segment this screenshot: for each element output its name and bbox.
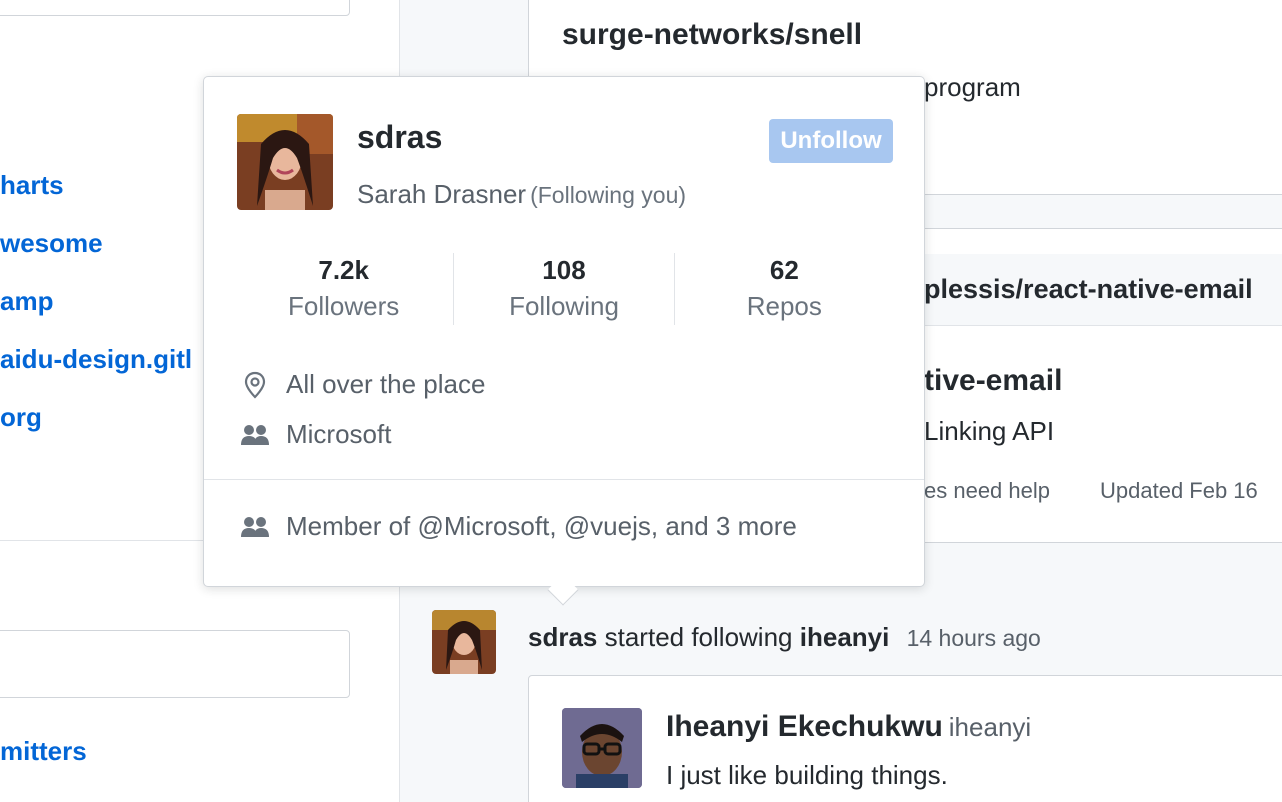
repo-updated-meta: Updated Feb 16: [1100, 478, 1258, 503]
event-text: sdras started following iheanyi 14 hours…: [528, 622, 1041, 653]
user-fullname[interactable]: Iheanyi Ekechukwu: [666, 710, 943, 743]
hovercard-orgs: Member of @Microsoft, @vuejs, and 3 more: [240, 511, 797, 542]
user-login[interactable]: iheanyi: [949, 712, 1031, 742]
stat-value: 7.2k: [318, 255, 369, 285]
sidebar-repo-link[interactable]: org: [0, 402, 42, 433]
sidebar-repo-link[interactable]: wesome: [0, 228, 103, 259]
sidebar-search-input[interactable]: [0, 630, 350, 698]
repo-title[interactable]: tive-email: [924, 364, 1062, 398]
organization-icon: [240, 512, 270, 542]
sidebar-repo-link[interactable]: harts: [0, 170, 64, 201]
repo-title[interactable]: plessis/react-native-email: [924, 274, 1253, 305]
stat-value: 62: [769, 255, 799, 285]
stat-value: 108: [542, 255, 586, 285]
user-bio: I just like building things.: [666, 760, 948, 790]
stat-label: Followers: [288, 291, 400, 321]
event-time[interactable]: 14 hours ago: [907, 625, 1041, 651]
event-actor-link[interactable]: sdras: [528, 622, 597, 652]
hovercard-divider: [204, 479, 924, 480]
hovercard-login[interactable]: sdras: [357, 119, 442, 156]
location-pin-icon: [240, 370, 270, 400]
orgs-text[interactable]: Member of @Microsoft, @vuejs, and 3 more: [286, 511, 797, 542]
unfollow-button[interactable]: Unfollow: [769, 119, 893, 163]
sidebar-filter-input[interactable]: [0, 0, 350, 16]
sidebar-repo-link[interactable]: aidu-design.gitl: [0, 344, 192, 375]
repo-description: program: [924, 72, 1021, 102]
event-target-link[interactable]: iheanyi: [800, 622, 890, 652]
hovercard-stats: 7.2k Followers 108 Following 62 Repos: [234, 253, 894, 325]
follow-note: (Following you): [530, 182, 687, 208]
repo-title[interactable]: surge-networks/snell: [562, 18, 862, 52]
avatar[interactable]: [432, 610, 496, 674]
repo-issues-meta[interactable]: es need help: [924, 478, 1050, 504]
company-text: Microsoft: [286, 419, 392, 449]
hovercard-location: All over the place: [240, 369, 485, 400]
user-hovercard: sdras Sarah Drasner (Following you) Unfol…: [203, 76, 925, 587]
people-icon: [240, 420, 270, 450]
stat-repos[interactable]: 62 Repos: [673, 253, 894, 325]
event-verb: started following: [604, 622, 793, 652]
location-text: All over the place: [286, 369, 486, 399]
sidebar-link[interactable]: mitters: [0, 736, 87, 767]
avatar[interactable]: [237, 114, 333, 210]
stat-label: Following: [509, 291, 619, 321]
stat-followers[interactable]: 7.2k Followers: [234, 253, 453, 325]
stat-label: Repos: [746, 291, 822, 321]
hovercard-company: Microsoft: [240, 419, 391, 450]
hovercard-fullname: Sarah Drasner (Following you): [357, 179, 686, 210]
repo-description: Linking API: [924, 416, 1055, 446]
followed-user-name[interactable]: Iheanyi Ekechukwu iheanyi: [666, 710, 1031, 744]
avatar[interactable]: [562, 708, 642, 788]
stat-following[interactable]: 108 Following: [453, 253, 673, 325]
sidebar-repo-link[interactable]: amp: [0, 286, 53, 317]
user-fullname: Sarah Drasner: [357, 179, 527, 209]
